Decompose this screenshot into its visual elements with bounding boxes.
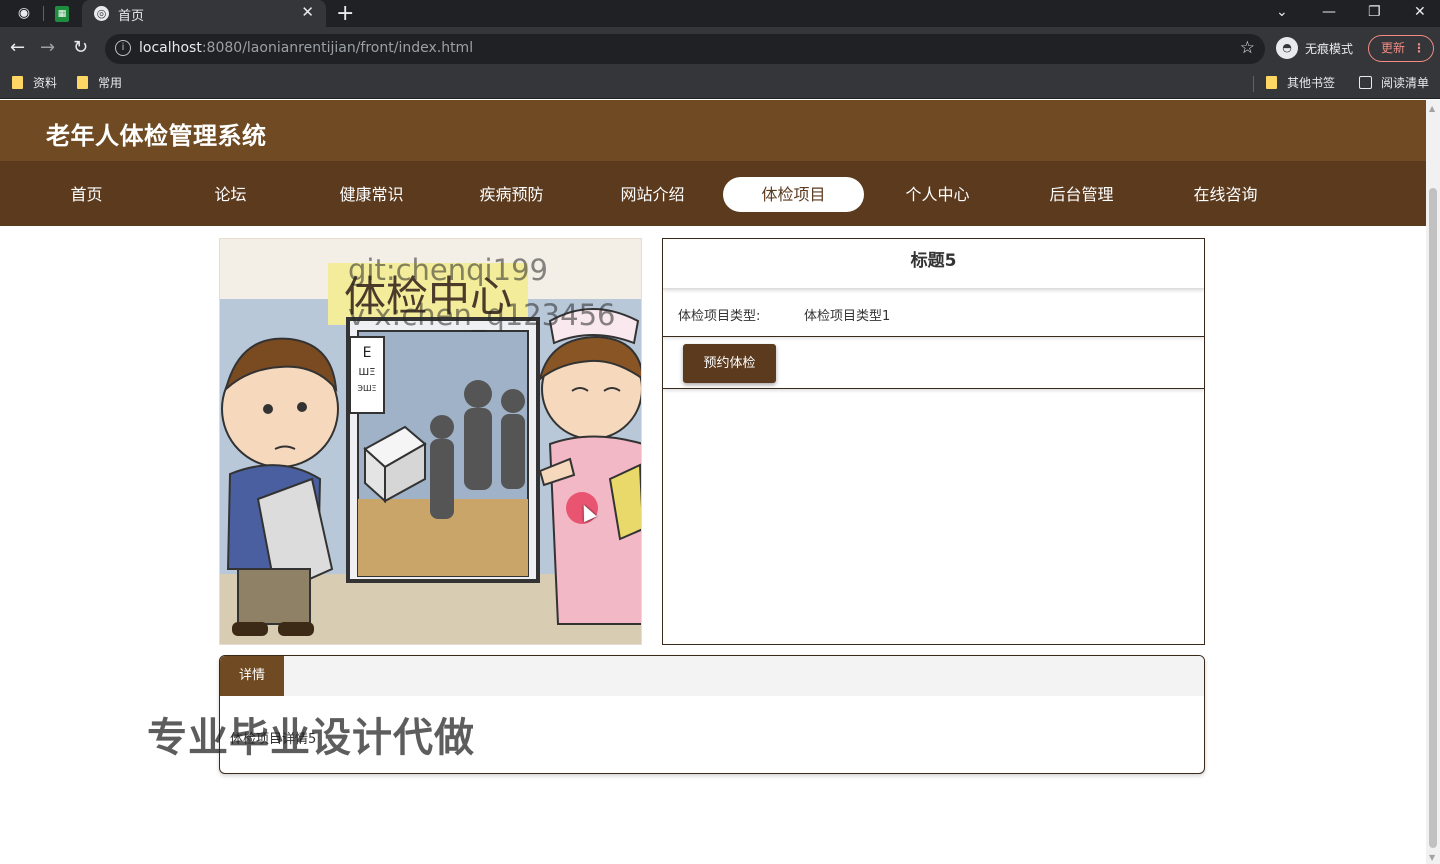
incognito-icon[interactable]: ◓	[1276, 37, 1298, 59]
scrollbar-thumb[interactable]	[1429, 188, 1437, 848]
bookmark-star-icon[interactable]: ☆	[1240, 38, 1255, 58]
bookmark-label: 其他书签	[1287, 76, 1336, 90]
bookmarks-bar: 资料 常用 其他书签 阅读清单	[0, 69, 1440, 99]
bookmark-label: 阅读清单	[1381, 76, 1430, 90]
url-host: localhost	[139, 40, 202, 56]
detail-tabbar: 详情	[220, 656, 1204, 696]
reading-list[interactable]: 阅读清单	[1359, 75, 1429, 91]
site-title: 老年人体检管理系统	[46, 122, 267, 150]
item-type-value: 体检项目类型1	[804, 309, 891, 324]
item-actions-row: 预约体检	[663, 338, 1204, 389]
update-button[interactable]: 更新 ⋮	[1368, 35, 1434, 62]
checkup-item-info-panel: 标题5 体检项目类型: 体检项目类型1 预约体检	[662, 238, 1205, 645]
window-close-icon[interactable]: ✕	[1414, 0, 1426, 24]
pinned-sheets-tab-icon[interactable]: ▦	[55, 6, 69, 22]
bookmark-label: 常用	[98, 76, 123, 90]
incognito-label: 无痕模式	[1305, 42, 1354, 56]
site-nav: 首页 论坛 健康常识 疾病预防 网站介绍 体检项目 个人中心 后台管理 在线咨询	[0, 161, 1426, 226]
nav-item-personal-center[interactable]: 个人中心	[867, 177, 1008, 212]
site-header: 老年人体检管理系统	[0, 100, 1426, 161]
nav-item-site-intro[interactable]: 网站介绍	[582, 177, 723, 212]
watermark-line-1: git:chenqi199	[348, 253, 548, 287]
globe-icon: ◎	[94, 6, 109, 21]
bookmark-other[interactable]: 其他书签	[1266, 75, 1335, 91]
bookmark-folder-changyong[interactable]: 常用	[77, 75, 122, 91]
book-checkup-button[interactable]: 预约体检	[683, 344, 776, 383]
minimize-icon[interactable]: —	[1322, 0, 1336, 24]
tab-search-chevron-icon[interactable]: ⌄	[1276, 0, 1288, 24]
url-path: :8080/laonianrentijian/front/index.html	[201, 40, 474, 56]
svg-text:E: E	[363, 345, 372, 361]
site-info-icon[interactable]: i	[115, 40, 131, 56]
reload-icon[interactable]: ↻	[73, 37, 88, 59]
page-viewport: 老年人体检管理系统 首页 论坛 健康常识 疾病预防 网站介绍 体检项目 个人中心…	[0, 100, 1440, 864]
item-type-label: 体检项目类型:	[678, 309, 761, 324]
folder-icon	[77, 76, 88, 89]
nav-item-admin[interactable]: 后台管理	[1011, 177, 1152, 212]
folder-icon	[1266, 76, 1277, 89]
scroll-down-arrow-icon[interactable]: ▼	[1429, 853, 1435, 862]
update-label: 更新	[1381, 41, 1406, 55]
bookmark-folder-ziliao[interactable]: 资料	[12, 75, 57, 91]
watermark-line-2: v x:chen_q123456	[348, 298, 616, 332]
url-text[interactable]: localhost:8080/laonianrentijian/front/in…	[139, 40, 473, 56]
tab-detail[interactable]: 详情	[220, 656, 284, 696]
scroll-up-arrow-icon[interactable]: ▲	[1429, 104, 1435, 113]
address-bar[interactable]: i localhost:8080/laonianrentijian/front/…	[105, 34, 1265, 64]
menu-kebab-icon[interactable]: ⋮	[1413, 36, 1425, 61]
new-tab-plus-icon[interactable]: +	[336, 0, 354, 27]
browser-tabstrip: ◉ ▦ ◎ 首页 ✕ + ⌄ — ❐ ✕	[0, 0, 1440, 27]
svg-text:ЭШΞ: ЭШΞ	[357, 384, 376, 393]
promo-banner-text: 专业毕业设计代做	[147, 715, 475, 761]
item-title: 标题5	[663, 239, 1204, 289]
item-type-row: 体检项目类型: 体检项目类型1	[663, 290, 1204, 337]
chrome-globe-icon[interactable]: ◉	[15, 4, 33, 22]
page-scrollbar[interactable]: ▲ ▼	[1426, 100, 1440, 864]
watermark-text: git:chenqi199 v x:chen_q123456	[348, 248, 615, 338]
browser-tab-active[interactable]: ◎ 首页 ✕	[82, 0, 326, 27]
forward-arrow-icon[interactable]: →	[40, 37, 55, 59]
browser-toolbar: ← → ↻ i localhost:8080/laonianrentijian/…	[0, 27, 1440, 69]
tab-separator	[43, 6, 44, 21]
bookmark-separator	[1253, 76, 1254, 92]
restore-icon[interactable]: ❐	[1368, 0, 1381, 24]
back-arrow-icon[interactable]: ←	[10, 37, 25, 59]
nav-item-online-consult[interactable]: 在线咨询	[1155, 177, 1296, 212]
nav-item-health-knowledge[interactable]: 健康常识	[301, 177, 442, 212]
nav-item-forum[interactable]: 论坛	[160, 177, 301, 212]
tab-close-icon[interactable]: ✕	[301, 3, 314, 21]
bookmark-label: 资料	[33, 76, 58, 90]
svg-text:ШΞ: ШΞ	[358, 367, 375, 378]
nav-item-checkup-items[interactable]: 体检项目	[723, 177, 864, 212]
folder-icon	[12, 76, 23, 89]
nav-item-home[interactable]: 首页	[16, 177, 157, 212]
nav-item-disease-prevention[interactable]: 疾病预防	[441, 177, 582, 212]
tab-title: 首页	[118, 9, 145, 24]
reading-list-icon	[1359, 76, 1372, 89]
